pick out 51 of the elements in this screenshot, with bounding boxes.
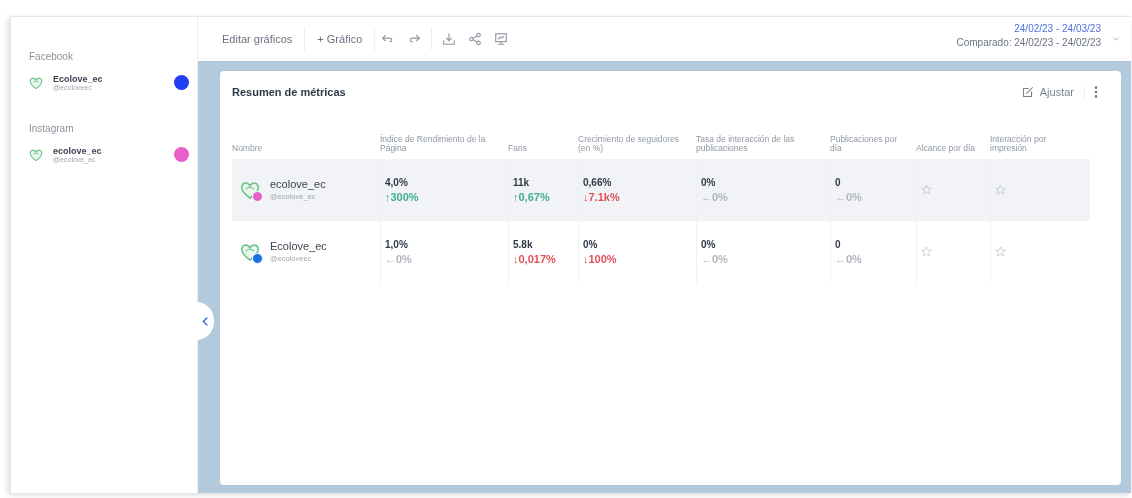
compared-range: Comparado: 24/02/23 - 24/02/23	[956, 36, 1101, 48]
download-icon[interactable]	[442, 32, 457, 46]
presentation-icon[interactable]	[494, 32, 509, 46]
account-name: Ecolove_ec	[270, 240, 328, 253]
caret-icon[interactable]	[1111, 34, 1121, 44]
metric-change: ←0%	[835, 190, 863, 203]
metric-value: 1,0%	[385, 238, 409, 250]
column-header: Crecimiento de seguidores (en %)	[578, 135, 681, 155]
share-icon[interactable]	[468, 32, 483, 46]
star-icon[interactable]	[995, 184, 1006, 196]
adjust-button[interactable]: Ajustar	[1010, 85, 1085, 99]
column-header: Nombre	[232, 141, 264, 155]
metric-change: ↓0,017%	[513, 252, 557, 265]
metric-change: ←0%	[701, 252, 729, 265]
metric-change: ↑300%	[385, 190, 420, 203]
group-title: Facebook	[29, 51, 74, 62]
column-header: Publicaciones por día	[830, 135, 899, 155]
metric-value: 0%	[701, 176, 717, 188]
metric-value: 0,66%	[583, 176, 613, 188]
heart-logo-icon	[29, 147, 43, 162]
column-header: Tasa de interacción de las publicaciones	[696, 135, 796, 155]
metric-change: ↓7.1k%	[583, 190, 621, 203]
star-icon[interactable]	[995, 246, 1006, 258]
star-icon[interactable]	[921, 246, 932, 258]
edit-icon[interactable]	[1020, 85, 1034, 99]
date-range[interactable]: 24/02/23 - 24/03/23	[1014, 22, 1101, 34]
metric-value: 0	[835, 176, 842, 188]
star-icon[interactable]	[921, 184, 932, 196]
metric-change: ←0%	[835, 252, 863, 265]
toolbar-button[interactable]: Editar gráficos	[210, 27, 306, 51]
metric-value: 0%	[583, 238, 599, 250]
heart-logo-icon	[29, 75, 43, 90]
group-title: Instagram	[29, 123, 75, 134]
column-header: Alcance por día	[916, 141, 977, 155]
metric-value: 4,0%	[385, 176, 409, 188]
metric-value: 0%	[701, 238, 717, 250]
account-name: ecolove_ec	[270, 178, 327, 191]
column-header: Fans	[508, 141, 528, 155]
metric-change: ←0%	[701, 190, 729, 203]
metric-value: 11k	[513, 176, 531, 188]
card-title: Resumen de métricas	[232, 86, 346, 98]
column-header: Interacción por impresión	[990, 135, 1048, 155]
account-name: ecolove_ec	[53, 146, 103, 156]
metric-change: ←0%	[385, 252, 413, 265]
toolbar-button[interactable]: + Gráfico	[305, 27, 376, 51]
account-name: Ecolove_ec	[53, 74, 104, 84]
metric-value: 5.8k	[513, 238, 534, 250]
metric-change: ↓100%	[583, 252, 618, 265]
column-header: Índice de Rendimiento de la Página	[380, 135, 487, 155]
metric-value: 0	[835, 238, 842, 250]
metric-change: ↑0,67%	[513, 190, 551, 203]
